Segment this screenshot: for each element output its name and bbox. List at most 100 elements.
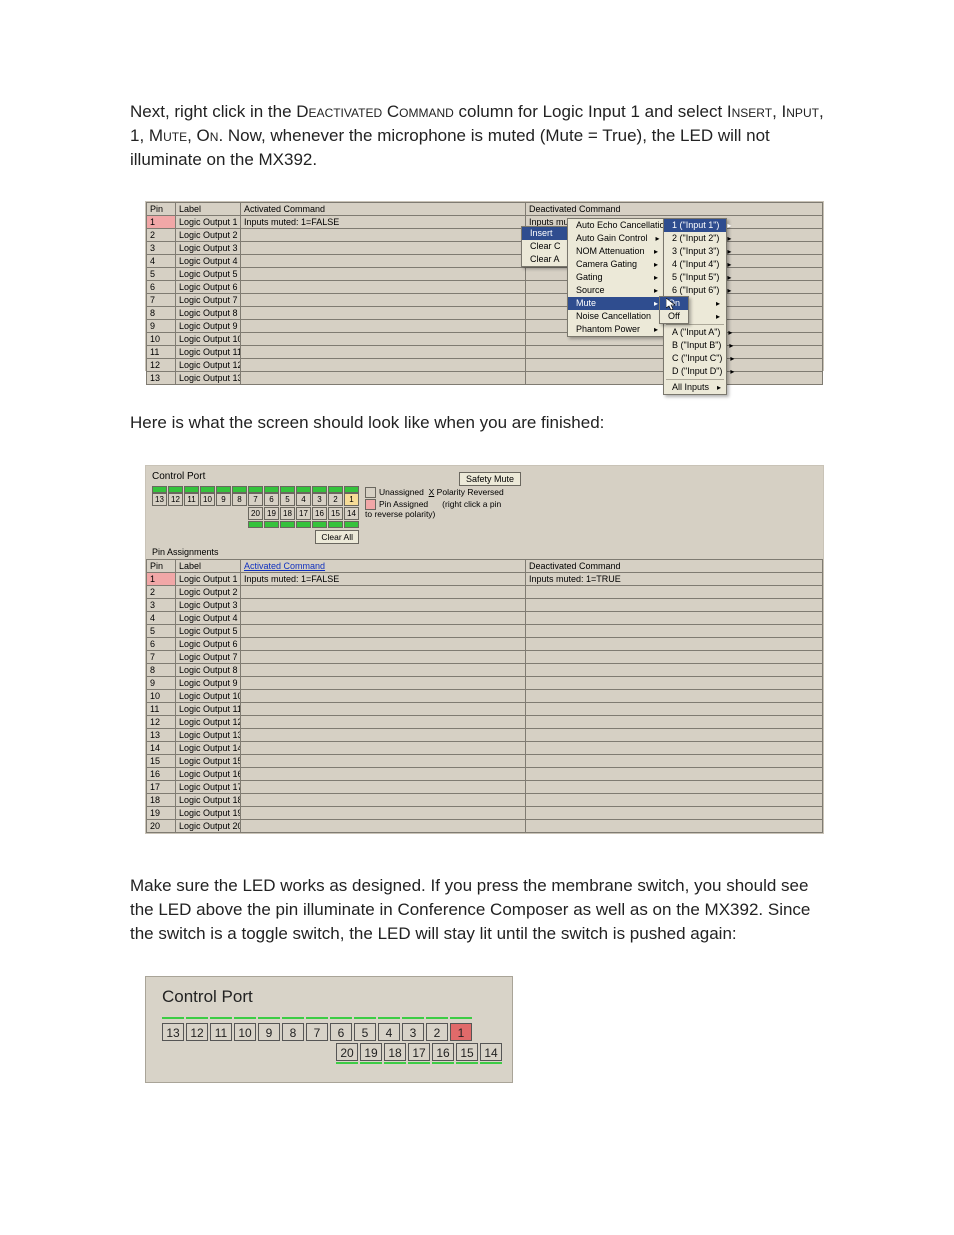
menu-item[interactable]: Insert (522, 227, 568, 240)
pin-box[interactable]: 9 (258, 1023, 280, 1041)
activated-cell[interactable] (241, 690, 526, 703)
pin-box[interactable]: 18 (280, 507, 295, 520)
pin-box[interactable]: 1 (344, 493, 359, 506)
deactivated-cell[interactable] (526, 638, 823, 651)
pin-box[interactable]: 3 (312, 493, 327, 506)
deactivated-cell[interactable] (526, 664, 823, 677)
deactivated-cell[interactable] (526, 625, 823, 638)
pin-box[interactable]: 9 (216, 493, 231, 506)
context-submenu-input[interactable]: Auto Echo CancellationAuto Gain ControlN… (567, 218, 665, 337)
pin-box[interactable]: 20 (336, 1043, 358, 1061)
activated-cell[interactable] (241, 294, 526, 307)
pin-box[interactable]: 6 (264, 493, 279, 506)
menu-item[interactable]: 5 ("Input 5") (664, 271, 726, 284)
menu-item[interactable]: B ("Input B") (664, 339, 726, 352)
table-row[interactable]: 9Logic Output 9 (147, 677, 823, 690)
table-row[interactable]: 20Logic Output 20 (147, 820, 823, 833)
pin-box[interactable]: 5 (354, 1023, 376, 1041)
table-row[interactable]: 10Logic Output 10 (147, 690, 823, 703)
activated-cell[interactable]: Inputs muted: 1=FALSE (241, 573, 526, 586)
table-row[interactable]: 1Logic Output 1Inputs muted: 1=FALSEInpu… (147, 573, 823, 586)
pin-box[interactable]: 12 (168, 493, 183, 506)
activated-cell[interactable]: Inputs muted: 1=FALSE (241, 216, 526, 229)
activated-cell[interactable] (241, 359, 526, 372)
activated-cell[interactable] (241, 638, 526, 651)
activated-cell[interactable] (241, 625, 526, 638)
table-row[interactable]: 2Logic Output 2 (147, 586, 823, 599)
clear-all-button[interactable]: Clear All (315, 530, 359, 544)
deactivated-cell[interactable]: Inputs muted: 1=TRUE (526, 573, 823, 586)
table-row[interactable]: 19Logic Output 19 (147, 807, 823, 820)
menu-item[interactable]: Auto Gain Control (568, 232, 664, 245)
deactivated-cell[interactable] (526, 677, 823, 690)
menu-item[interactable]: Off (660, 310, 688, 323)
deactivated-cell[interactable] (526, 586, 823, 599)
table-row[interactable]: 11Logic Output 11 (147, 703, 823, 716)
pin-box[interactable]: 8 (282, 1023, 304, 1041)
pin-box[interactable]: 11 (210, 1023, 232, 1041)
activated-cell[interactable] (241, 742, 526, 755)
menu-item[interactable]: A ("Input A") (664, 326, 726, 339)
menu-item[interactable]: 2 ("Input 2") (664, 232, 726, 245)
table-row[interactable]: 14Logic Output 14 (147, 742, 823, 755)
activated-cell[interactable] (241, 794, 526, 807)
pin-box[interactable]: 11 (184, 493, 199, 506)
pin-box[interactable]: 2 (426, 1023, 448, 1041)
activated-cell[interactable] (241, 586, 526, 599)
activated-cell[interactable] (241, 781, 526, 794)
pin-box[interactable]: 19 (264, 507, 279, 520)
table-row[interactable]: 7Logic Output 7 (147, 651, 823, 664)
pin-box[interactable]: 17 (408, 1043, 430, 1061)
activated-cell[interactable] (241, 242, 526, 255)
activated-cell[interactable] (241, 268, 526, 281)
pin-box[interactable]: 15 (456, 1043, 478, 1061)
menu-item[interactable]: All Inputs (664, 381, 726, 394)
pin-box[interactable]: 16 (432, 1043, 454, 1061)
pin-box[interactable]: 4 (378, 1023, 400, 1041)
pin-box[interactable]: 1 (450, 1023, 472, 1041)
table-row[interactable]: 17Logic Output 17 (147, 781, 823, 794)
deactivated-cell[interactable] (526, 755, 823, 768)
activated-cell[interactable] (241, 307, 526, 320)
activated-cell[interactable] (241, 664, 526, 677)
pin-box[interactable]: 2 (328, 493, 343, 506)
table-row[interactable]: 18Logic Output 18 (147, 794, 823, 807)
table-row[interactable]: 6Logic Output 6 (147, 638, 823, 651)
activated-cell[interactable] (241, 346, 526, 359)
pin-box[interactable]: 12 (186, 1023, 208, 1041)
deactivated-cell[interactable] (526, 612, 823, 625)
menu-item[interactable]: Clear A (522, 253, 568, 266)
pin-box[interactable]: 5 (280, 493, 295, 506)
deactivated-cell[interactable] (526, 768, 823, 781)
menu-item[interactable]: On (660, 297, 688, 310)
table-row[interactable]: 5Logic Output 5 (147, 625, 823, 638)
activated-cell[interactable] (241, 755, 526, 768)
table-row[interactable]: 15Logic Output 15 (147, 755, 823, 768)
menu-item[interactable]: Mute (568, 297, 664, 310)
pin-box[interactable]: 3 (402, 1023, 424, 1041)
pin-box[interactable]: 13 (162, 1023, 184, 1041)
activated-cell[interactable] (241, 703, 526, 716)
deactivated-cell[interactable] (526, 651, 823, 664)
menu-item[interactable]: Auto Echo Cancellation (568, 219, 664, 232)
menu-item[interactable]: Clear C (522, 240, 568, 253)
pin-box[interactable]: 4 (296, 493, 311, 506)
deactivated-cell[interactable] (526, 703, 823, 716)
pin-box[interactable]: 6 (330, 1023, 352, 1041)
deactivated-cell[interactable] (526, 729, 823, 742)
menu-item[interactable]: 3 ("Input 3") (664, 245, 726, 258)
table-row[interactable]: 13Logic Output 13 (147, 729, 823, 742)
activated-cell[interactable] (241, 281, 526, 294)
deactivated-cell[interactable] (526, 599, 823, 612)
pin-box[interactable]: 19 (360, 1043, 382, 1061)
activated-cell[interactable] (241, 729, 526, 742)
activated-cell[interactable] (241, 651, 526, 664)
menu-item[interactable]: C ("Input C") (664, 352, 726, 365)
menu-item[interactable]: D ("Input D") (664, 365, 726, 378)
deactivated-cell[interactable] (526, 794, 823, 807)
safety-mute-button[interactable]: Safety Mute (459, 472, 521, 486)
pin-box[interactable]: 7 (306, 1023, 328, 1041)
pin-box[interactable]: 14 (344, 507, 359, 520)
activated-cell[interactable] (241, 372, 526, 385)
table-row[interactable]: 12Logic Output 12 (147, 716, 823, 729)
